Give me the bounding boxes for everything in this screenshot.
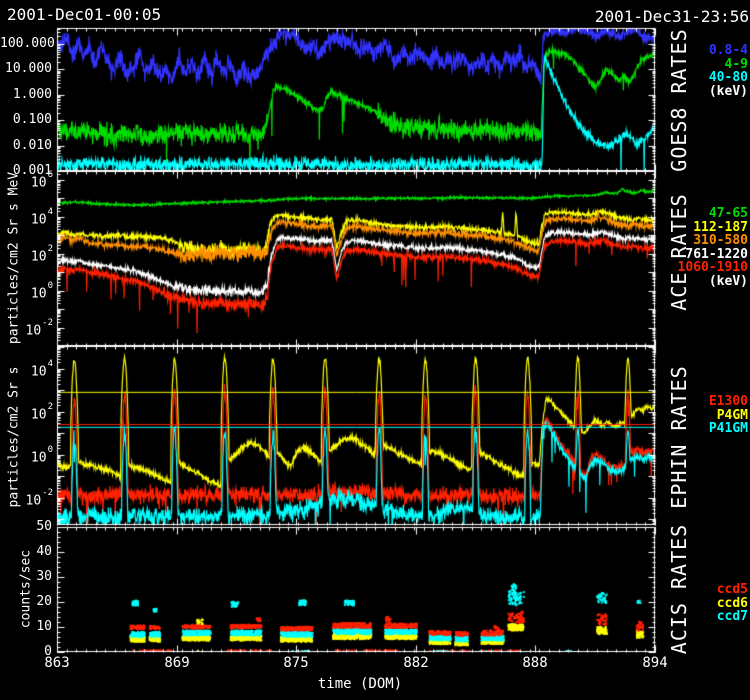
y-tick-label: 1.000 xyxy=(0,87,52,102)
y-tick-label: 20 xyxy=(0,594,52,609)
legend-item: 47-65 xyxy=(678,207,748,221)
legend-item: P41GM xyxy=(709,422,748,436)
legend-item: (keV) xyxy=(709,85,748,99)
legend-item: (keV) xyxy=(678,275,748,289)
goes8-legend: 0.8-4 4-9 40-80 (keV) xyxy=(709,44,748,98)
x-tick-label: 882 xyxy=(386,655,446,671)
y-tick-label: 50 xyxy=(0,519,52,534)
x-tick-label: 863 xyxy=(27,655,87,671)
legend-item: 112-187 xyxy=(678,221,748,235)
ace-legend: 47-65 112-187 310-580 761-1220 1060-1910… xyxy=(678,207,748,288)
legend-item: 761-1220 xyxy=(678,248,748,262)
y-tick-label: 0.100 xyxy=(0,112,52,127)
panel-title-ephin: EPHIN RATES xyxy=(667,365,691,508)
acis-legend: ccd5 ccd6 ccd7 xyxy=(717,583,748,624)
x-tick-label: 875 xyxy=(266,655,326,671)
y-tick-label: 0.010 xyxy=(0,138,52,153)
y-tick-label: 10-2 xyxy=(0,320,52,338)
plot-area: 2001-Dec01-00:05 2001-Dec31-23:56 GOES8 … xyxy=(0,0,750,700)
y-tick-label: 104 xyxy=(0,209,52,227)
ephin-legend: E1300 P4GM P41GM xyxy=(709,395,748,436)
y-tick-label: 30 xyxy=(0,569,52,584)
legend-item: 4-9 xyxy=(709,58,748,72)
x-tick-label: 894 xyxy=(625,655,685,671)
y-tick-label: 100 xyxy=(0,447,52,465)
legend-item: ccd6 xyxy=(717,597,748,611)
x-tick-label: 888 xyxy=(505,655,565,671)
legend-item: ccd7 xyxy=(717,610,748,624)
legend-item: 40-80 xyxy=(709,71,748,85)
y-tick-label: 40 xyxy=(0,544,52,559)
ephin-y-axis-label: particles/cm2 Sr s xyxy=(7,367,22,508)
end-time-title: 2001-Dec31-23:56 xyxy=(595,7,749,26)
panel-title-goes8: GOES8 RATES xyxy=(667,28,691,171)
legend-item: 310-580 xyxy=(678,234,748,248)
legend-item: 1060-1910 xyxy=(678,261,748,275)
plot-canvas xyxy=(0,0,750,700)
x-axis-label: time (DOM) xyxy=(280,676,440,692)
panel-title-acis: ACIS RATES xyxy=(667,524,691,654)
x-tick-label: 869 xyxy=(147,655,207,671)
y-tick-label: 102 xyxy=(0,404,52,422)
y-tick-label: 106 xyxy=(0,172,52,190)
start-time-title: 2001-Dec01-00:05 xyxy=(7,5,161,24)
y-tick-label: 10.000 xyxy=(0,61,52,76)
y-tick-label: 102 xyxy=(0,246,52,264)
y-tick-label: 10-2 xyxy=(0,490,52,508)
y-tick-label: 100 xyxy=(0,283,52,301)
legend-item: E1300 xyxy=(709,395,748,409)
acis-y-axis-label: counts/sec xyxy=(19,550,34,628)
legend-item: P4GM xyxy=(709,409,748,423)
y-tick-label: 10 xyxy=(0,619,52,634)
y-tick-label: 100.000 xyxy=(0,36,52,51)
legend-item: 0.8-4 xyxy=(709,44,748,58)
legend-item: ccd5 xyxy=(717,583,748,597)
y-tick-label: 104 xyxy=(0,361,52,379)
